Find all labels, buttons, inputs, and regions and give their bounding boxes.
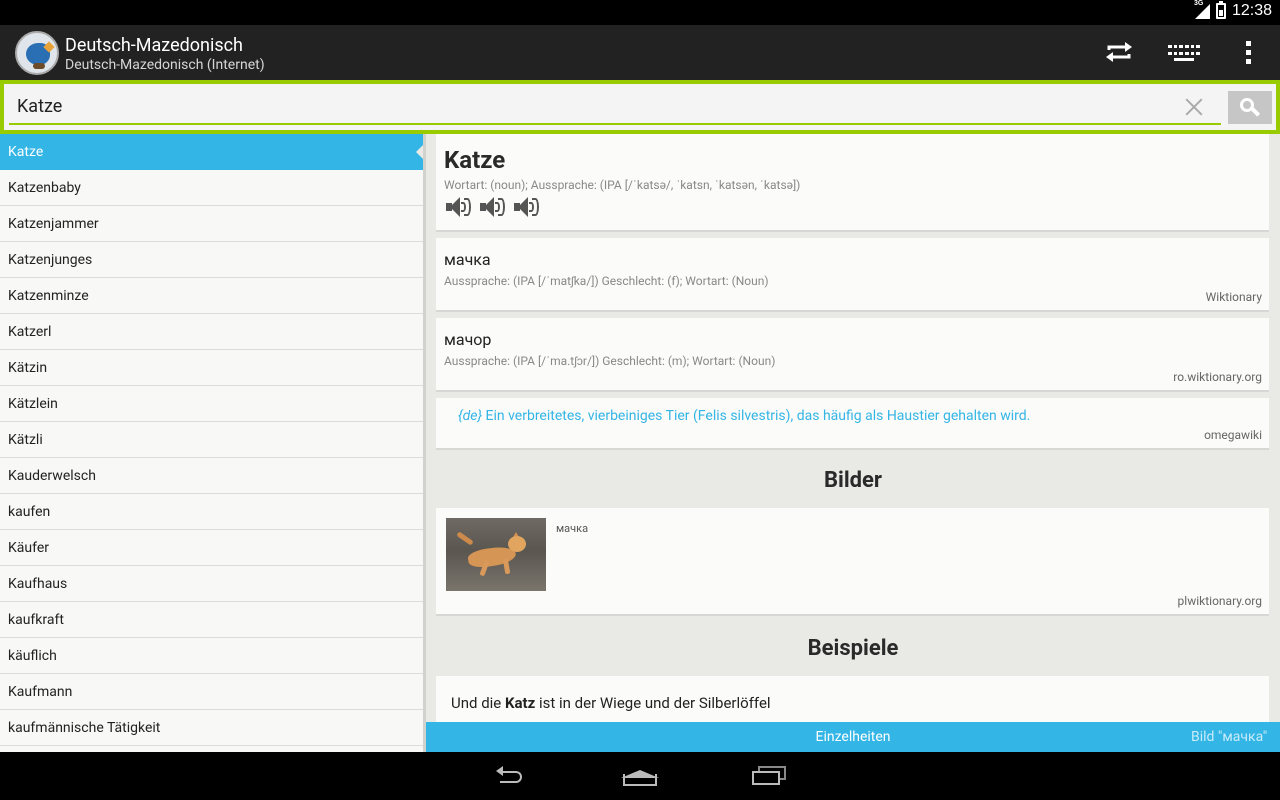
word-list-item[interactable]: Katzenjunges (0, 242, 423, 278)
keyboard-icon[interactable] (1167, 39, 1201, 65)
home-icon[interactable] (621, 766, 659, 786)
navigation-bar (0, 752, 1280, 800)
example-text: Und die Katz ist in der Wiege und der Si… (451, 694, 771, 712)
word-list-item[interactable]: Katzenminze (0, 278, 423, 314)
word-list-item[interactable]: kaufmännische Tätigkeit (0, 710, 423, 746)
bottom-tabs: Einzelheiten Bild "мачка" (426, 722, 1280, 752)
word-list-item[interactable]: Kaufmann (0, 674, 423, 710)
search-input[interactable] (9, 89, 1221, 125)
clear-icon[interactable] (1183, 96, 1205, 118)
word-list-item[interactable]: käuflich (0, 638, 423, 674)
word-list-item[interactable]: Kauderwelsch (0, 458, 423, 494)
search-bar (0, 80, 1280, 134)
image-source: plwiktionary.org (1177, 594, 1262, 608)
word-list-item[interactable]: Kaufhaus (0, 566, 423, 602)
word-list-item[interactable]: Katzenjammer (0, 206, 423, 242)
search-field-container (4, 84, 1276, 130)
recents-icon[interactable] (752, 766, 786, 786)
translation-meta: Aussprache: (IPA [/ˈma.tʃɔr/]) Geschlech… (444, 354, 776, 368)
app-subtitle[interactable]: Deutsch-Mazedonisch (Internet) (65, 57, 265, 73)
speaker-icon[interactable] (514, 196, 540, 218)
image-card[interactable]: мачка plwiktionary.org (436, 508, 1269, 616)
word-list-item[interactable]: Kätzli (0, 422, 423, 458)
headword: Katze (444, 146, 506, 174)
word-list-item[interactable]: Katzenbaby (0, 170, 423, 206)
action-bar: Deutsch-Mazedonisch Deutsch-Mazedonisch … (0, 25, 1280, 80)
speaker-icon[interactable] (480, 196, 506, 218)
screen: 3G 12:38 Deutsch-Mazedonisch Deutsch-Maz… (0, 0, 1280, 800)
definition-lang: {de} (458, 408, 483, 424)
example-text-end: ist in der Wiege und der Silberlöffel (535, 694, 771, 712)
word-list[interactable]: Katze Katzenbaby Katzenjammer Katzenjung… (0, 134, 426, 752)
speaker-icon[interactable] (446, 196, 472, 218)
cat-image[interactable] (446, 518, 546, 591)
example-highlight: Katz (504, 694, 536, 712)
headword-meta: Wortart: (noun); Aussprache: (IPA [/ˈkat… (444, 178, 801, 192)
translation-word: мачор (444, 330, 492, 349)
back-icon[interactable] (496, 766, 530, 786)
search-button[interactable] (1228, 91, 1272, 124)
translation-card[interactable]: мачка Aussprache: (IPA [/ˈmatʃka/]) Gesc… (436, 238, 1269, 312)
definition-text: {de} Ein verbreitetes, vierbeiniges Tier… (458, 408, 1030, 424)
definition-body: Ein verbreitetes, vierbeiniges Tier (Fel… (485, 408, 1031, 424)
translation-source: Wiktionary (1205, 290, 1262, 304)
tab-details[interactable]: Einzelheiten (426, 722, 1280, 752)
clock: 12:38 (1231, 2, 1272, 19)
network-type: 3G (1193, 0, 1204, 7)
translation-source: ro.wiktionary.org (1173, 370, 1262, 384)
battery-icon (1215, 1, 1226, 19)
entry-details[interactable]: Katze Wortart: (noun); Aussprache: (IPA … (426, 134, 1280, 722)
translation-meta: Aussprache: (IPA [/ˈmatʃka/]) Geschlecht… (444, 274, 769, 288)
definition-source: omegawiki (1204, 428, 1262, 442)
images-section-title: Bilder (823, 468, 882, 493)
definition-card[interactable]: {de} Ein verbreitetes, vierbeiniges Tier… (436, 398, 1269, 450)
tab-image[interactable]: Bild "мачка" (1191, 722, 1267, 752)
translation-card[interactable]: мачор Aussprache: (IPA [/ˈma.tʃɔr/]) Ges… (436, 318, 1269, 392)
search-icon (1240, 97, 1261, 118)
app-logo-icon[interactable] (15, 31, 59, 75)
overflow-menu-icon[interactable] (1233, 39, 1263, 65)
examples-section-title: Beispiele (807, 636, 899, 661)
app-title: Deutsch-Mazedonisch (65, 35, 243, 56)
word-list-item-selected[interactable]: Katze (0, 134, 423, 170)
image-caption: мачка (556, 522, 589, 535)
word-list-item[interactable]: kaufkraft (0, 602, 423, 638)
word-list-item[interactable]: Kätzin (0, 350, 423, 386)
signal-icon: 3G (1193, 0, 1210, 19)
word-list-item[interactable]: Kätzlein (0, 386, 423, 422)
word-list-item[interactable]: kaufen (0, 494, 423, 530)
word-list-item[interactable]: Käufer (0, 530, 423, 566)
status-bar: 3G 12:38 (0, 0, 1280, 25)
example-text-start: Und die (451, 694, 505, 712)
example-card[interactable]: Und die Katz ist in der Wiege und der Si… (436, 676, 1269, 722)
word-list-item[interactable]: Katzerl (0, 314, 423, 350)
headword-card: Katze Wortart: (noun); Aussprache: (IPA … (436, 134, 1269, 232)
translation-word: мачка (444, 250, 491, 269)
swap-direction-icon[interactable] (1104, 39, 1134, 65)
